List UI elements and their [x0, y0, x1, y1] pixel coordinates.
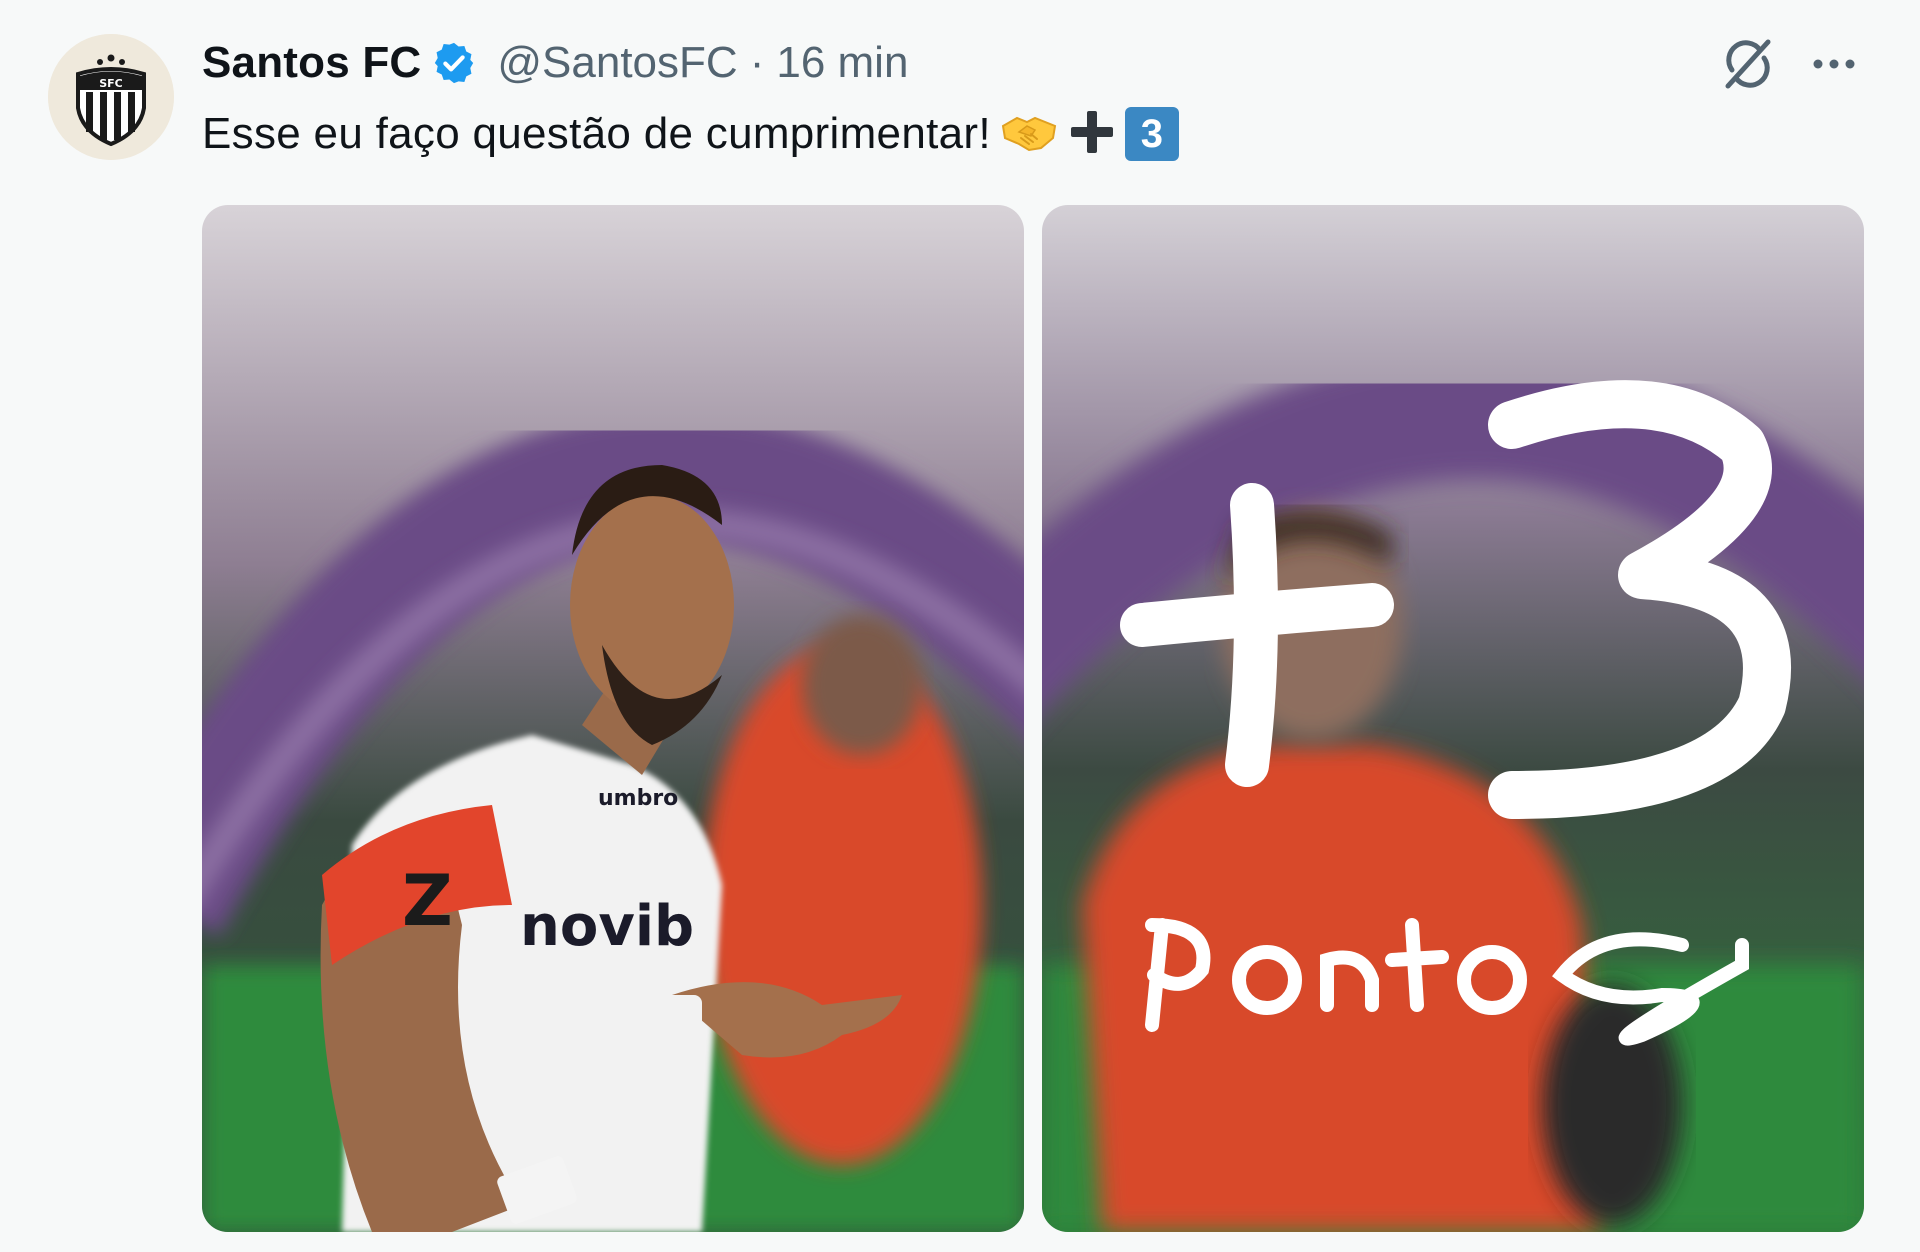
- sponsor-text: novib: [520, 894, 694, 959]
- photo-right[interactable]: pontos: [1042, 205, 1864, 1232]
- timestamp[interactable]: 16 min: [776, 38, 908, 88]
- brand-text: umbro: [598, 786, 678, 811]
- avatar[interactable]: SFC: [48, 34, 174, 160]
- tweet-text: Esse eu faço questão de cumprimentar! 3: [202, 104, 1179, 164]
- verified-badge-icon[interactable]: [431, 40, 477, 86]
- tweet-text-content: Esse eu faço questão de cumprimentar!: [202, 109, 991, 158]
- tweet-card[interactable]: SFC Santos FC @SantosFC · 16 min Esse eu…: [0, 0, 1920, 1252]
- svg-text:SFC: SFC: [99, 77, 123, 90]
- separator-dot: ·: [749, 38, 765, 87]
- media-grid: Z novib umbro pontos: [202, 205, 1864, 1232]
- display-name[interactable]: Santos FC: [202, 38, 421, 88]
- santos-crest-icon: SFC: [48, 34, 174, 160]
- grok-icon[interactable]: [1720, 36, 1776, 92]
- user-handle[interactable]: @SantosFC: [497, 38, 737, 88]
- overlay-word-text: pontos: [1152, 897, 1186, 908]
- armband-letter: Z: [402, 860, 453, 942]
- keycap-3-emoji: 3: [1124, 107, 1179, 161]
- photo-left[interactable]: Z novib umbro: [202, 205, 1024, 1232]
- tweet-header: Santos FC @SantosFC · 16 min: [202, 28, 908, 98]
- handshake-emoji: [1001, 108, 1057, 161]
- plus-emoji: [1067, 107, 1117, 162]
- more-icon[interactable]: [1806, 42, 1862, 86]
